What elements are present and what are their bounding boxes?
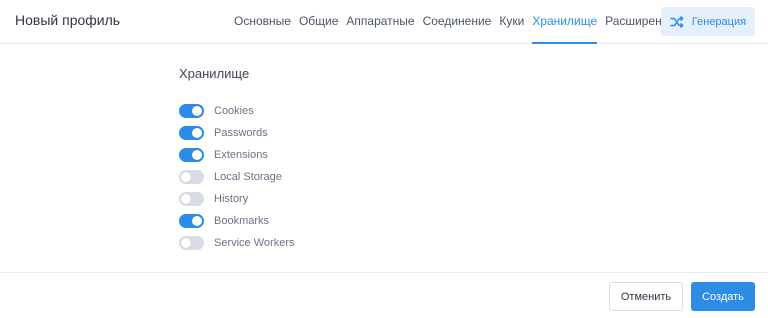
toggle-row-bookmarks[interactable]: Bookmarks xyxy=(179,210,294,232)
section-title: Хранилище xyxy=(179,66,250,81)
page-title: Новый профиль xyxy=(15,12,121,28)
shuffle-icon xyxy=(670,15,684,29)
toggle-row-cookies[interactable]: Cookies xyxy=(179,100,294,122)
passwords-toggle[interactable] xyxy=(179,126,204,140)
toggle-label: Local Storage xyxy=(214,171,282,183)
toggle-row-local-storage[interactable]: Local Storage xyxy=(179,166,294,188)
toggle-label: Passwords xyxy=(214,127,268,139)
service-workers-toggle[interactable] xyxy=(179,236,204,250)
tab-general[interactable]: Общие xyxy=(299,0,338,44)
cancel-button[interactable]: Отменить xyxy=(609,282,683,311)
toggle-row-history[interactable]: History xyxy=(179,188,294,210)
extensions-toggle[interactable] xyxy=(179,148,204,162)
toggle-knob xyxy=(192,150,202,160)
toggle-label: Service Workers xyxy=(214,237,295,249)
tab-hardware[interactable]: Аппаратные xyxy=(346,0,414,44)
toggle-knob xyxy=(192,216,202,226)
generate-button[interactable]: Генерация xyxy=(661,7,755,36)
toggle-knob xyxy=(192,128,202,138)
toggle-label: Bookmarks xyxy=(214,215,270,227)
toggle-label: History xyxy=(214,193,249,205)
tab-bar: Основные Общие Аппаратные Соединение Кук… xyxy=(234,0,683,44)
history-toggle[interactable] xyxy=(179,192,204,206)
toggle-knob xyxy=(192,106,202,116)
toggle-knob xyxy=(181,194,191,204)
bookmarks-toggle[interactable] xyxy=(179,214,204,228)
create-button[interactable]: Создать xyxy=(691,282,755,311)
toggle-label: Extensions xyxy=(214,149,268,161)
generate-button-label: Генерация xyxy=(691,15,747,28)
tab-basic[interactable]: Основные xyxy=(234,0,291,44)
toggle-knob xyxy=(181,238,191,248)
header: Новый профиль Основные Общие Аппаратные … xyxy=(0,0,768,44)
cookies-toggle[interactable] xyxy=(179,104,204,118)
tab-cookies[interactable]: Куки xyxy=(499,0,524,44)
toggle-row-passwords[interactable]: Passwords xyxy=(179,122,294,144)
toggle-knob xyxy=(181,172,191,182)
toggle-row-service-workers[interactable]: Service Workers xyxy=(179,232,294,254)
toggle-label: Cookies xyxy=(214,105,254,117)
tab-storage[interactable]: Хранилище xyxy=(532,0,597,44)
tab-connection[interactable]: Соединение xyxy=(423,0,492,44)
local-storage-toggle[interactable] xyxy=(179,170,204,184)
toggle-row-extensions[interactable]: Extensions xyxy=(179,144,294,166)
storage-toggle-list: Cookies Passwords Extensions Local Stora… xyxy=(179,100,294,254)
